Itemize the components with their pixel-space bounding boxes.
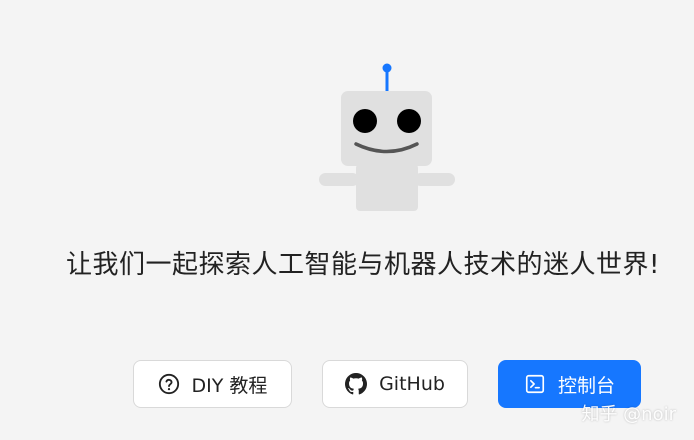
terminal-icon: [524, 373, 546, 395]
diy-tutorial-button[interactable]: DIY 教程: [133, 360, 292, 408]
robot-right-eye: [397, 109, 421, 133]
robot-antenna-tip: [382, 63, 392, 73]
github-icon: [345, 373, 368, 395]
diy-tutorial-label: DIY 教程: [191, 374, 268, 397]
robot-right-arm: [414, 173, 455, 186]
question-circle-icon: [158, 373, 180, 395]
github-button[interactable]: GitHub: [322, 360, 468, 408]
console-label: 控制台: [557, 374, 615, 397]
github-label: GitHub: [379, 373, 445, 395]
robot-left-arm: [319, 173, 359, 186]
watermark: 知乎 @noir: [581, 404, 676, 425]
robot-body: [356, 164, 418, 211]
robot-mascot-icon: [300, 55, 480, 225]
page-headline: 让我们一起探索人工智能与机器人技术的迷人世界!: [66, 250, 660, 280]
robot-left-eye: [353, 109, 377, 133]
